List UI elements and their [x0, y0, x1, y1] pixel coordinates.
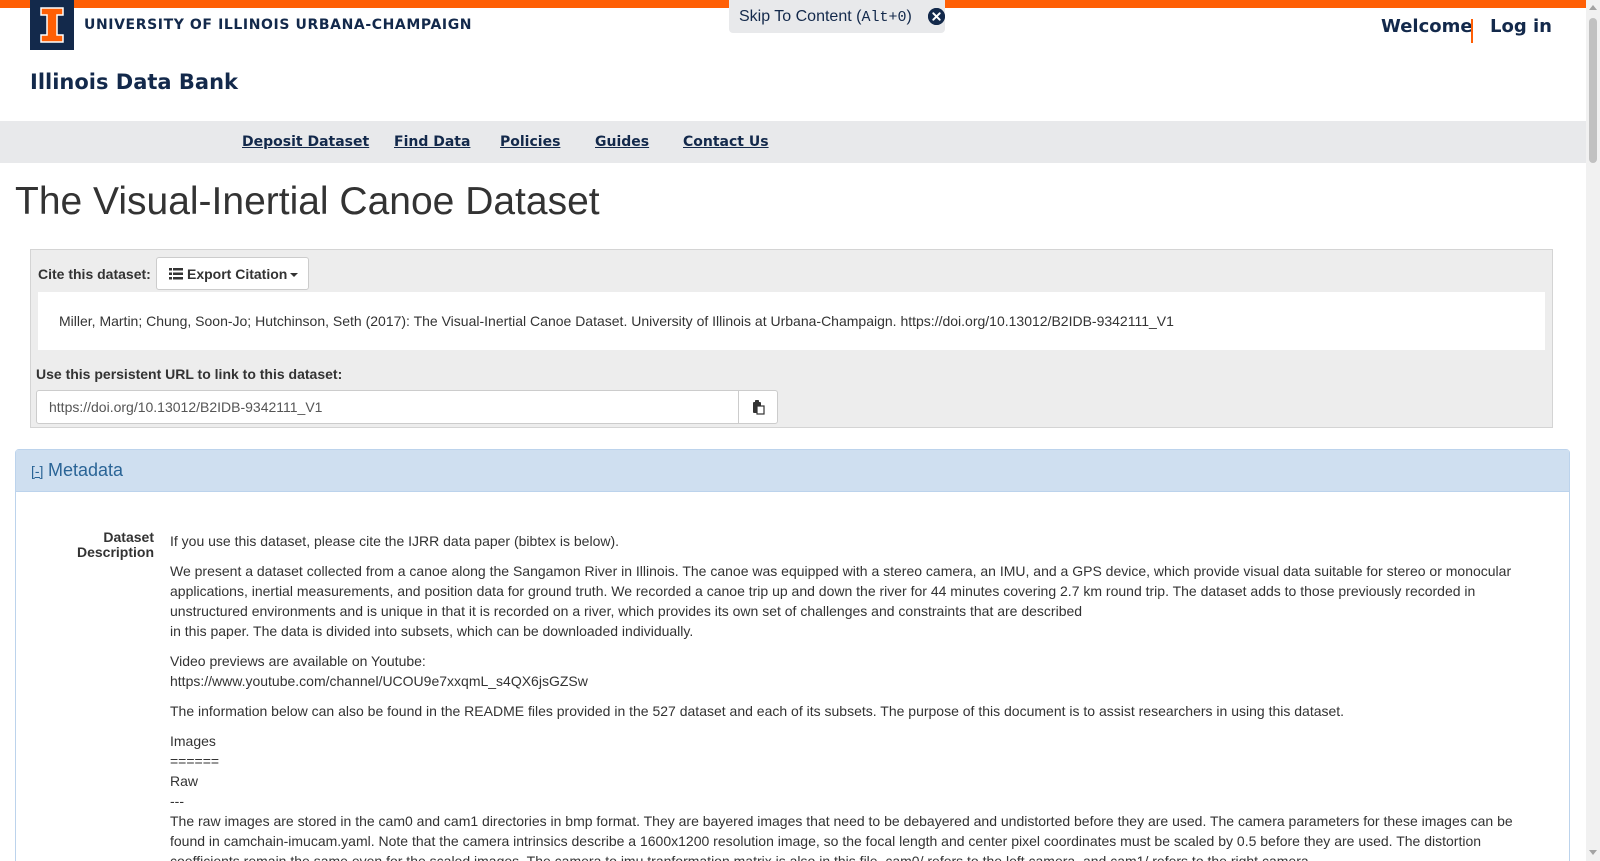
welcome-text: Welcome [1381, 16, 1473, 37]
copy-url-button[interactable] [738, 390, 778, 424]
metadata-collapse-toggle[interactable]: [-] [31, 463, 43, 479]
citation-panel: Cite this dataset: Export Citation Mille… [30, 249, 1553, 428]
description-line: ====== [170, 753, 220, 769]
description-line: Images [170, 733, 216, 749]
nav-find-data[interactable]: Find Data [394, 134, 470, 150]
scrollbar-thumb[interactable] [1589, 18, 1597, 163]
metadata-panel: [-] Metadata Dataset Description If you … [15, 449, 1570, 861]
skip-shortcut: Alt+0 [861, 9, 907, 26]
close-icon[interactable] [928, 8, 945, 25]
page-scrollbar[interactable] [1586, 0, 1600, 861]
nav-guides[interactable]: Guides [595, 134, 649, 150]
skip-label-text: Skip To Content ( [739, 8, 862, 25]
citation-text-box: Miller, Martin; Chung, Soon-Jo; Hutchins… [38, 292, 1545, 350]
nav-deposit-dataset[interactable]: Deposit Dataset [242, 134, 369, 150]
dataset-description-body: If you use this dataset, please cite the… [170, 531, 1515, 861]
youtube-link[interactable]: https://www.youtube.com/channel/UCOU9e7x… [170, 671, 1515, 691]
dataset-description-label-line2: Description [76, 544, 154, 560]
login-link[interactable]: Log in [1490, 16, 1552, 37]
university-logo-icon[interactable] [30, 0, 74, 50]
description-paragraph: in this paper. The data is divided into … [170, 623, 694, 639]
description-line: Raw [170, 773, 199, 789]
dataset-description-label: Dataset Description [16, 530, 154, 560]
header-separator [1471, 19, 1473, 43]
skip-label-suffix: ) [906, 8, 912, 25]
cite-label: Cite this dataset: [38, 266, 151, 282]
main-nav: Deposit Dataset Find Data Policies Guide… [0, 121, 1586, 163]
list-icon [169, 268, 183, 280]
nav-contact-us[interactable]: Contact Us [683, 134, 769, 150]
export-citation-label: Export Citation [187, 266, 288, 282]
university-name[interactable]: UNIVERSITY OF ILLINOIS URBANA-CHAMPAIGN [84, 17, 472, 33]
description-paragraph: We present a dataset collected from a ca… [170, 563, 1512, 619]
chevron-down-icon [290, 273, 298, 277]
persistent-url-input[interactable] [36, 390, 739, 424]
skip-to-content-label: Skip To Content (Alt+0) [739, 8, 912, 26]
clipboard-icon [753, 400, 765, 415]
export-citation-button[interactable]: Export Citation [156, 257, 309, 290]
description-paragraph: The information below can also be found … [170, 703, 1345, 719]
citation-text: Miller, Martin; Chung, Soon-Jo; Hutchins… [59, 313, 1174, 329]
description-paragraph: The raw images are stored in the cam0 an… [170, 813, 1513, 861]
description-line: --- [170, 793, 184, 809]
nav-policies[interactable]: Policies [500, 134, 560, 150]
metadata-title[interactable]: Metadata [48, 460, 123, 481]
description-paragraph: Video previews are available on Youtube: [170, 653, 426, 669]
metadata-panel-header[interactable]: [-] Metadata [16, 450, 1569, 492]
scroll-down-icon[interactable] [1589, 850, 1597, 855]
dataset-description-label-line1: Dataset [103, 529, 154, 545]
site-title[interactable]: Illinois Data Bank [30, 70, 238, 94]
persistent-url-label: Use this persistent URL to link to this … [36, 366, 343, 382]
description-paragraph: If you use this dataset, please cite the… [170, 533, 620, 549]
page-title: The Visual-Inertial Canoe Dataset [15, 180, 600, 223]
page: UNIVERSITY OF ILLINOIS URBANA-CHAMPAIGN … [0, 0, 1586, 861]
skip-to-content-link[interactable]: Skip To Content (Alt+0) [729, 0, 945, 33]
scroll-up-icon[interactable] [1589, 5, 1597, 10]
